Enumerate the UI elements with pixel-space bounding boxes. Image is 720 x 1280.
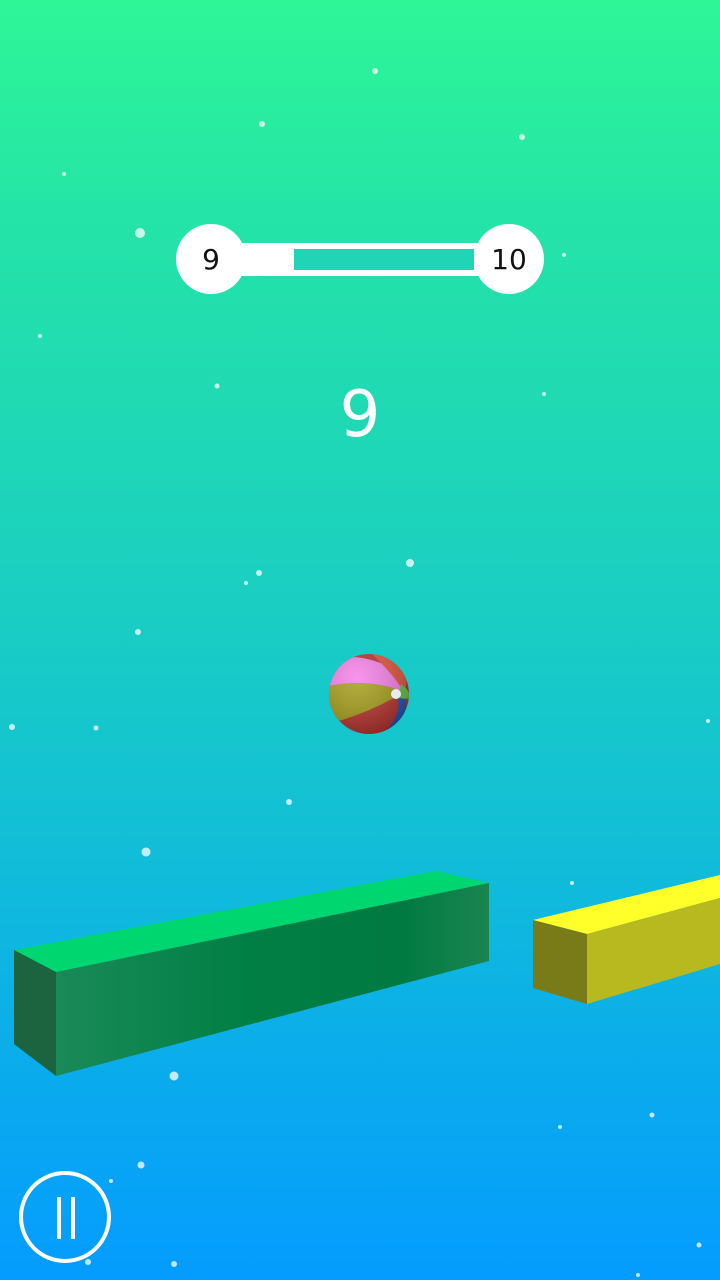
score-counter: 9	[339, 378, 381, 452]
pause-button[interactable]	[19, 1171, 111, 1263]
platform-green	[14, 871, 489, 1076]
next-level-badge: 10	[474, 224, 544, 294]
level-progress: 9 10	[176, 224, 544, 296]
level-progress-track	[212, 243, 506, 276]
beach-ball	[329, 654, 409, 734]
pause-icon	[57, 1197, 61, 1239]
pause-icon-bar	[71, 1197, 75, 1239]
game-scene	[9, 68, 720, 1277]
platform-yellow	[533, 875, 720, 1004]
current-level-badge: 9	[176, 224, 246, 294]
level-progress-bar	[294, 249, 474, 270]
